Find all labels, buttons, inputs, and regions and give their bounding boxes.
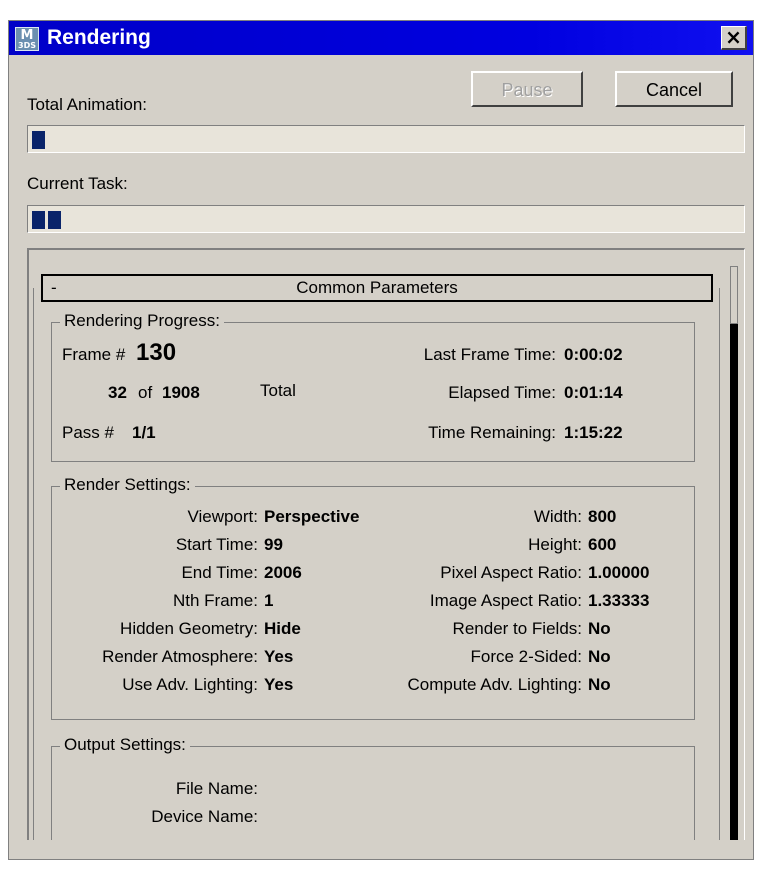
group-title: Render Settings: (60, 475, 195, 495)
frame-number: 130 (136, 339, 177, 366)
device-name-label: Device Name: (151, 807, 258, 826)
progress-chunk (48, 211, 61, 229)
image-aspect-ratio-value: 1.33333 (588, 591, 650, 610)
file-name-label: File Name: (175, 779, 258, 798)
force-2-sided-value: No (588, 647, 611, 666)
force-2-sided-label: Force 2-Sided: (470, 647, 583, 666)
width-value: 800 (588, 507, 617, 526)
group-title: Rendering Progress: (60, 311, 224, 331)
progress-chunk (32, 211, 45, 229)
render-atmosphere-value: Yes (264, 647, 294, 666)
rollout-border (33, 288, 34, 840)
viewport-label: Viewport: (187, 507, 258, 526)
current-task-label: Current Task: (27, 174, 128, 193)
height-value: 600 (588, 535, 617, 554)
scrollbar-track[interactable] (730, 266, 738, 840)
start-time-label: Start Time: (175, 535, 258, 554)
title-bar[interactable]: M 3DS Rendering × (9, 21, 753, 55)
hidden-geometry-label: Hidden Geometry: (120, 619, 258, 638)
rollout-border (719, 288, 720, 840)
image-aspect-ratio-label: Image Aspect Ratio: (429, 591, 582, 610)
use-adv-lighting-label: Use Adv. Lighting: (122, 675, 258, 694)
frame-label: Frame # (62, 345, 126, 364)
rendering-window: M 3DS Rendering × Total Animation: Pause … (8, 20, 754, 860)
total-label: Total (260, 381, 296, 400)
rollout-title: Common Parameters (296, 278, 458, 297)
close-icon[interactable]: × (721, 26, 747, 50)
end-time-value: 2006 (264, 563, 302, 582)
total-animation-label: Total Animation: (27, 95, 148, 114)
pause-button[interactable]: Pause (471, 71, 583, 107)
time-remaining-label: Time Remaining: (428, 423, 556, 442)
pass-value: 1/1 (132, 423, 156, 442)
window-title: Rendering (47, 26, 151, 49)
use-adv-lighting-value: Yes (264, 675, 294, 694)
pass-label: Pass # (62, 423, 114, 442)
render-settings-group: Render Settings: Viewport: Perspective S… (51, 475, 695, 720)
progress-fill (32, 131, 45, 149)
cancel-button[interactable]: Cancel (615, 71, 733, 107)
pixel-aspect-ratio-value: 1.00000 (588, 563, 650, 582)
elapsed-time-label: Elapsed Time: (448, 383, 556, 402)
3ds-max-app-icon: M 3DS (15, 27, 39, 51)
last-frame-time-value: 0:00:02 (564, 345, 623, 364)
time-remaining-value: 1:15:22 (564, 423, 623, 442)
end-time-label: End Time: (181, 563, 258, 582)
start-time-value: 99 (264, 535, 283, 554)
nth-frame-value: 1 (264, 591, 274, 610)
output-settings-group: Output Settings: File Name: Device Name: (51, 735, 695, 840)
frame-count-of: of (138, 383, 153, 402)
frame-count-total: 1908 (162, 383, 200, 402)
current-task-progress-bar (27, 205, 745, 233)
render-to-fields-value: No (588, 619, 611, 638)
rendering-progress-group: Rendering Progress: Frame # 130 32 of 19… (51, 311, 695, 462)
compute-adv-lighting-label: Compute Adv. Lighting: (407, 675, 582, 694)
width-label: Width: (533, 507, 582, 526)
group-title: Output Settings: (60, 735, 190, 755)
compute-adv-lighting-value: No (588, 675, 611, 694)
parameters-panel[interactable]: - Common Parameters Rendering Progress: … (27, 248, 745, 840)
render-atmosphere-label: Render Atmosphere: (102, 647, 258, 666)
elapsed-time-value: 0:01:14 (564, 383, 623, 402)
frame-count-current: 32 (108, 383, 127, 402)
rollout-common-parameters[interactable]: - Common Parameters (41, 274, 713, 302)
pixel-aspect-ratio-label: Pixel Aspect Ratio: (440, 563, 582, 582)
render-to-fields-label: Render to Fields: (452, 619, 582, 638)
hidden-geometry-value: Hide (264, 619, 301, 638)
height-label: Height: (528, 535, 582, 554)
scrollbar-thumb[interactable] (730, 266, 738, 324)
total-animation-progress-bar (27, 125, 745, 153)
nth-frame-label: Nth Frame: (172, 591, 258, 610)
last-frame-time-label: Last Frame Time: (423, 345, 556, 364)
